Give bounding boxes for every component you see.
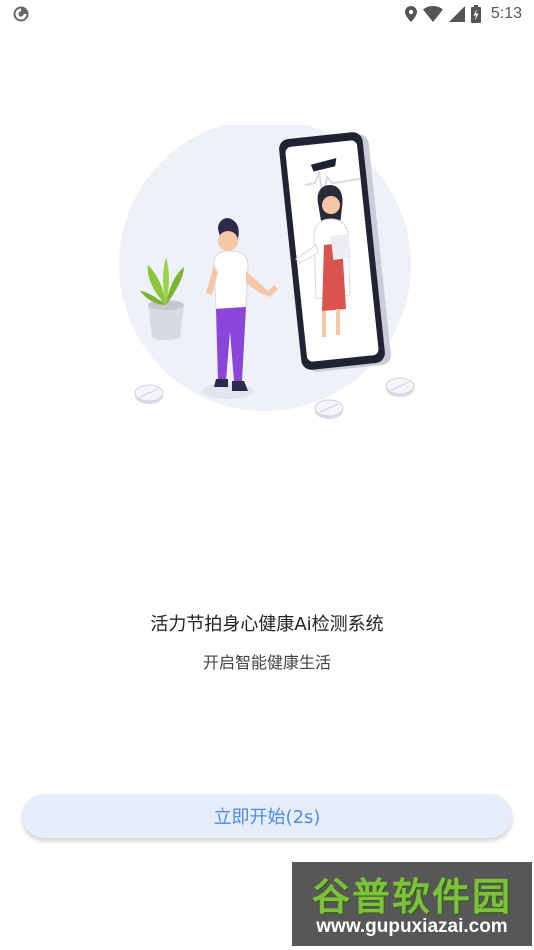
signal-icon (448, 6, 465, 22)
start-now-button[interactable]: 立即开始(2s) (22, 794, 512, 838)
status-time: 5:13 (490, 5, 522, 22)
status-bar: 5:13 (0, 0, 534, 30)
pill-icon (314, 399, 344, 419)
app-notification-icon (13, 6, 29, 22)
doctor-video-consultation-illustration (119, 125, 415, 419)
pill-icon (385, 377, 415, 397)
splash-screen: 5:13 活力节拍身心健康Ai检测系统 开启智能健康生活 立即开始(2s) 谷普… (0, 0, 534, 950)
location-icon (404, 6, 417, 22)
app-subtitle: 开启智能健康生活 (202, 653, 331, 672)
wifi-icon (422, 6, 443, 22)
status-icons: 5:13 (404, 4, 522, 24)
watermark: 谷普软件园 www.gupuxiazai.com (292, 862, 532, 946)
app-headline: 活力节拍身心健康Ai检测系统 (150, 614, 384, 635)
watermark-title: 谷普软件园 (311, 875, 512, 919)
pill-icon (134, 384, 164, 404)
watermark-url: www.gupuxiazai.com (316, 916, 508, 937)
battery-charging-icon (470, 5, 481, 23)
